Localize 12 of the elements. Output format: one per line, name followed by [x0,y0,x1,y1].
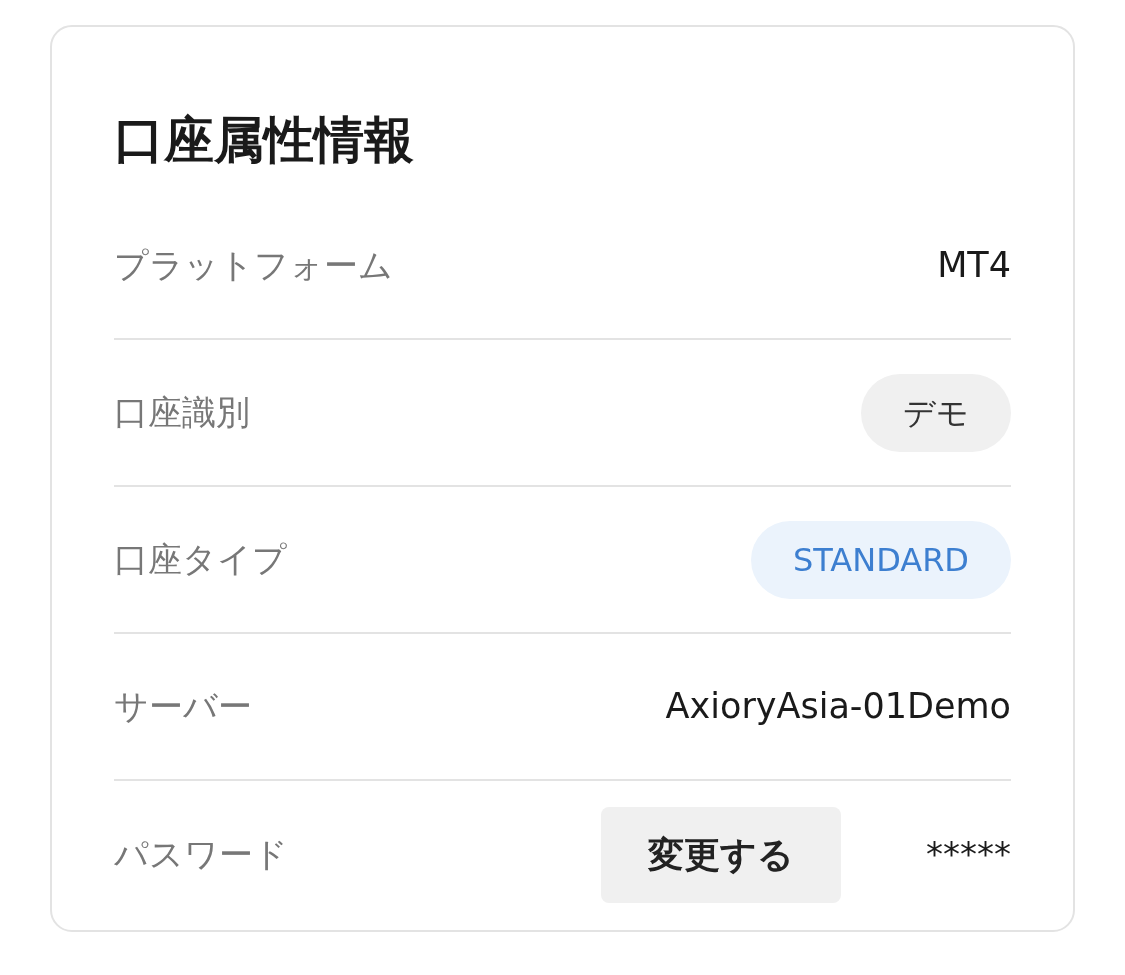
row-label: プラットフォーム [114,244,393,287]
change-button[interactable]: 変更する [601,806,841,903]
row-label: 口座識別 [114,391,250,434]
card-title: 口座属性情報 [114,115,415,165]
password-value: ***** [926,833,1011,876]
row-label: 口座タイプ [114,538,287,581]
row-label: サーバー [114,685,252,728]
row-label: パスワード [114,833,288,876]
type-badge: STANDARD [750,520,1011,599]
row-value: MT4 [937,244,1011,288]
status-badge: デモ [861,373,1011,452]
row-value: AxioryAsia-01Demo [665,685,1011,729]
